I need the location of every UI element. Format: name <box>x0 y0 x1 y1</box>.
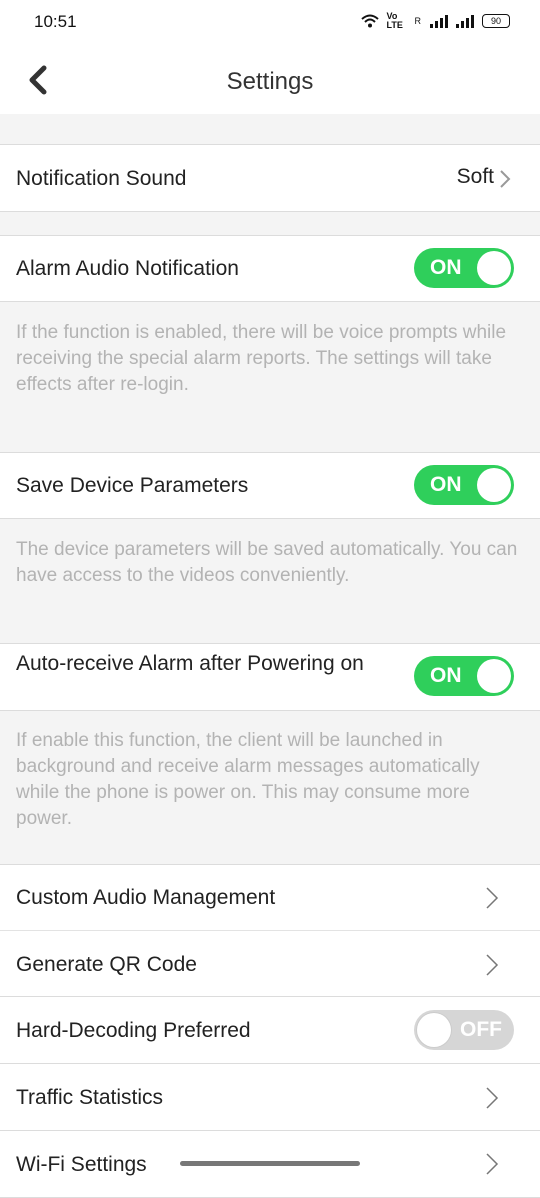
toggle-knob <box>477 659 511 693</box>
battery-icon: 90 <box>482 14 510 28</box>
chevron-right-icon <box>486 1153 499 1175</box>
toggle-knob <box>477 468 511 502</box>
traffic-statistics-row[interactable]: Traffic Statistics <box>0 1064 540 1131</box>
alarm-audio-toggle[interactable]: ON <box>414 248 514 288</box>
wifi-settings-label: Wi-Fi Settings <box>16 1153 147 1176</box>
toggle-knob <box>417 1013 451 1047</box>
status-time: 10:51 <box>34 12 77 31</box>
alarm-audio-row: Alarm Audio Notification ON <box>0 235 540 302</box>
custom-audio-label: Custom Audio Management <box>16 886 276 909</box>
status-icons: Vo LTE R 90 <box>360 11 510 30</box>
alarm-audio-label: Alarm Audio Notification <box>16 257 239 280</box>
auto-receive-label: Auto-receive Alarm after Powering on <box>16 652 364 675</box>
save-device-params-label: Save Device Parameters <box>16 474 249 497</box>
auto-receive-row: Auto-receive Alarm after Powering on ON <box>0 643 540 711</box>
save-device-params-description: The device parameters will be saved auto… <box>16 539 518 586</box>
alarm-audio-description: If the function is enabled, there will b… <box>16 322 507 395</box>
qr-code-row[interactable]: Generate QR Code <box>0 930 540 997</box>
save-device-params-toggle[interactable]: ON <box>414 465 514 505</box>
custom-audio-row[interactable]: Custom Audio Management <box>0 864 540 931</box>
qr-code-label: Generate QR Code <box>16 953 197 976</box>
chevron-right-icon <box>486 1087 499 1109</box>
save-device-params-row: Save Device Parameters ON <box>0 452 540 519</box>
signal-icon-2 <box>456 14 474 28</box>
notification-sound-label: Notification Sound <box>16 167 187 190</box>
signal-icon-1 <box>430 14 448 28</box>
chevron-right-icon <box>500 170 511 188</box>
chevron-right-icon <box>486 954 499 976</box>
auto-receive-description: If enable this function, the client will… <box>16 730 480 829</box>
roaming-indicator: R <box>414 16 422 26</box>
volte-icon: Vo LTE <box>386 11 403 30</box>
traffic-statistics-label: Traffic Statistics <box>16 1086 164 1109</box>
section-spacer <box>0 114 540 144</box>
chevron-right-icon <box>486 887 499 909</box>
save-device-params-description-area: The device parameters will be saved auto… <box>0 519 540 643</box>
section-spacer <box>0 212 540 235</box>
hard-decoding-row: Hard-Decoding Preferred OFF <box>0 997 540 1064</box>
toggle-knob <box>477 251 511 285</box>
wifi-icon <box>360 14 379 28</box>
hard-decoding-label: Hard-Decoding Preferred <box>16 1019 251 1042</box>
notification-sound-row[interactable]: Notification Sound Soft <box>0 144 540 212</box>
home-indicator[interactable] <box>180 1161 360 1166</box>
auto-receive-toggle[interactable]: ON <box>414 656 514 696</box>
page-title: Settings <box>226 68 314 95</box>
hard-decoding-toggle[interactable]: OFF <box>414 1010 514 1050</box>
notification-sound-value: Soft <box>456 165 494 188</box>
alarm-audio-description-area: If the function is enabled, there will b… <box>0 302 540 452</box>
status-bar: 10:51 Vo LTE R 90 <box>0 0 540 48</box>
app-bar: Settings <box>0 48 540 114</box>
auto-receive-description-area: If enable this function, the client will… <box>0 711 540 864</box>
